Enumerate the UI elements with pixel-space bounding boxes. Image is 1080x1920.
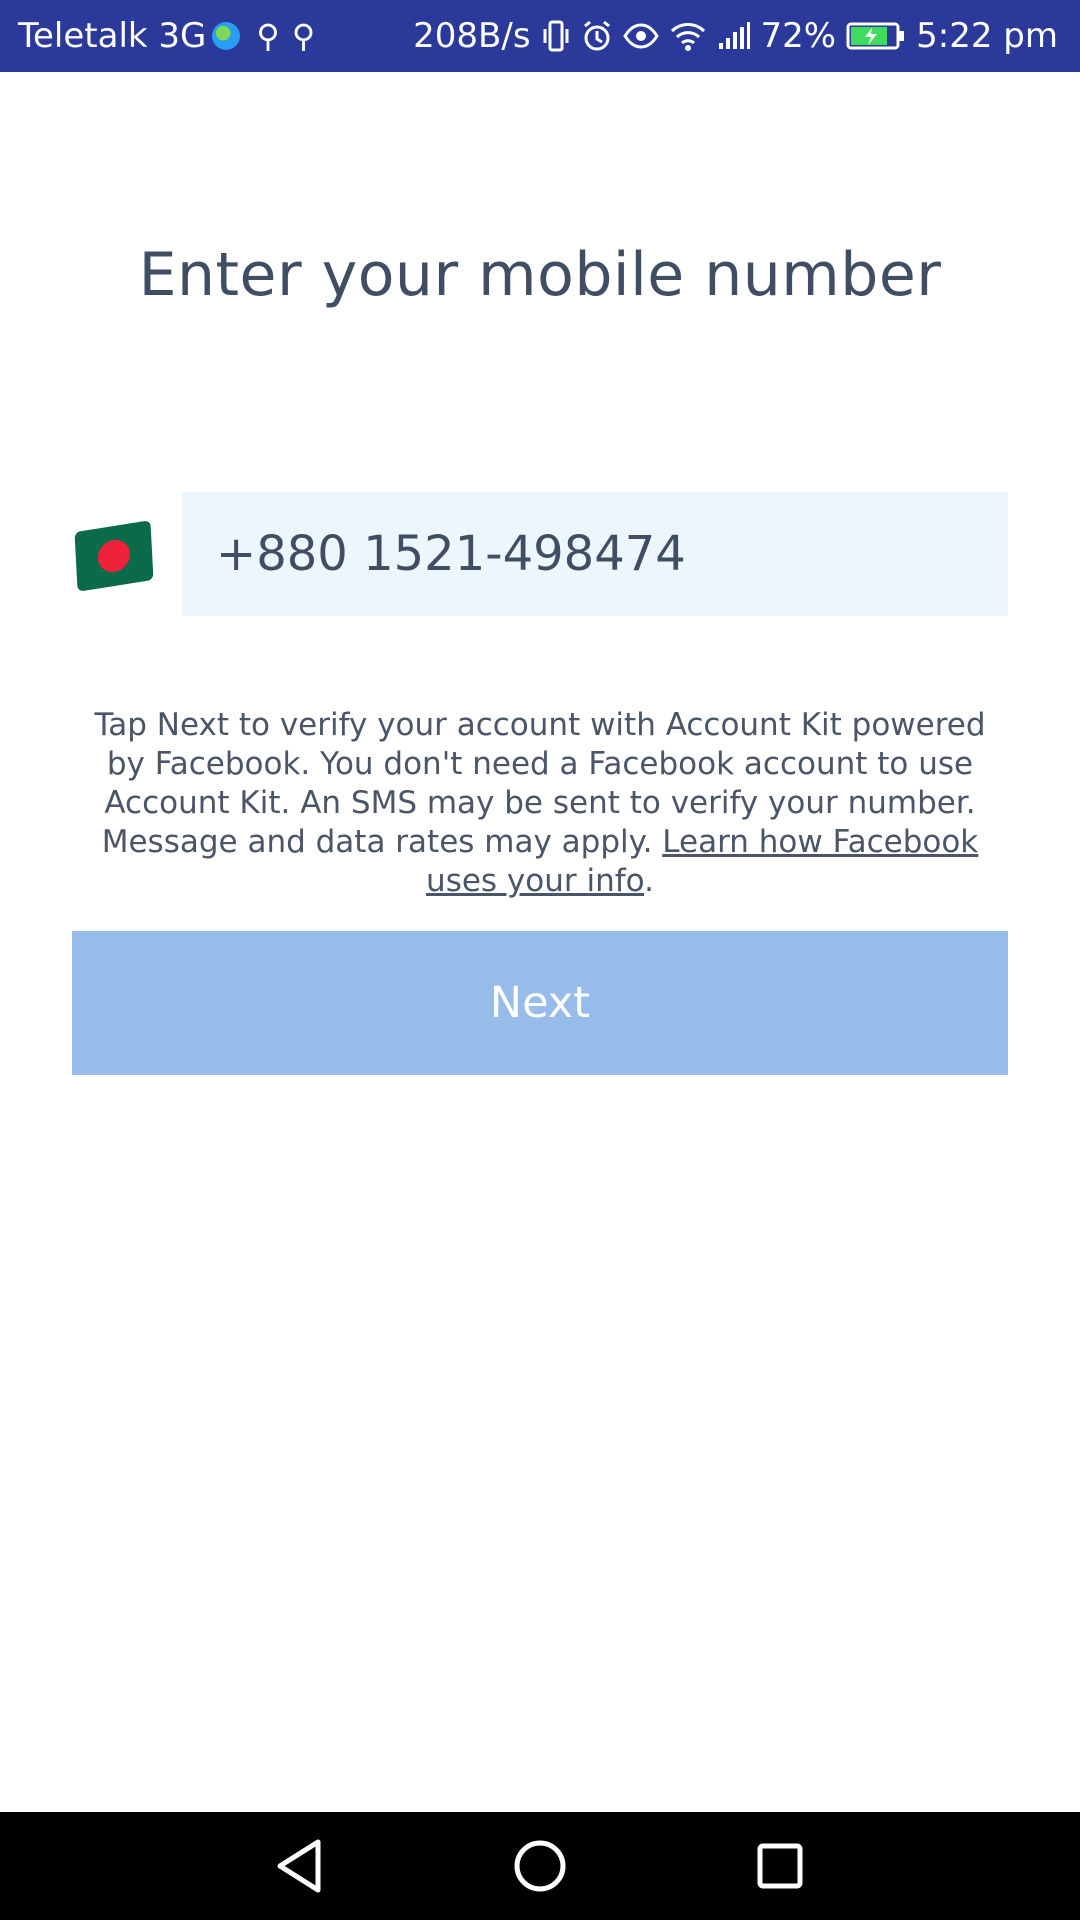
page-title: Enter your mobile number [138, 240, 942, 310]
eye-icon [622, 21, 659, 51]
status-bar: Teletalk 3G ⚲ ⚲ 208B/s 72% 5:22 pm [0, 0, 1080, 72]
recent-apps-button[interactable] [720, 1812, 840, 1920]
back-button[interactable] [240, 1812, 360, 1920]
home-button[interactable] [480, 1812, 600, 1920]
vibrate-icon [541, 19, 571, 53]
phone-number-value: +880 1521-498474 [216, 526, 686, 582]
back-icon [277, 1839, 321, 1893]
home-icon [514, 1840, 566, 1892]
next-button-label: Next [489, 978, 591, 1028]
screen: Teletalk 3G ⚲ ⚲ 208B/s 72% 5:22 pm Enter… [0, 0, 1080, 1920]
usb-icon: ⚲ [291, 17, 316, 55]
wifi-icon [669, 20, 707, 52]
disclaimer-text: Tap Next to verify your account with Acc… [72, 706, 1008, 901]
status-right: 208B/s 72% 5:22 pm [413, 16, 1058, 56]
status-left: Teletalk 3G ⚲ ⚲ [18, 16, 413, 56]
network-speed: 208B/s [413, 16, 531, 56]
usb-icon: ⚲ [256, 17, 280, 55]
bangladesh-flag-icon[interactable] [74, 520, 154, 592]
next-button[interactable]: Next [72, 931, 1008, 1075]
globe-icon [212, 22, 241, 50]
recent-apps-icon [757, 1843, 803, 1889]
battery-charging-icon [846, 21, 906, 51]
flag-disc [97, 537, 131, 575]
carrier-label: Teletalk 3G [18, 16, 207, 56]
phone-number-input[interactable]: +880 1521-498474 [182, 492, 1008, 616]
navigation-bar [0, 1812, 1080, 1920]
alarm-icon [581, 19, 613, 53]
signal-icon [717, 21, 751, 51]
disclaimer-period: . [644, 863, 654, 899]
battery-percent: 72% [760, 16, 837, 56]
clock: 5:22 pm [916, 16, 1058, 56]
